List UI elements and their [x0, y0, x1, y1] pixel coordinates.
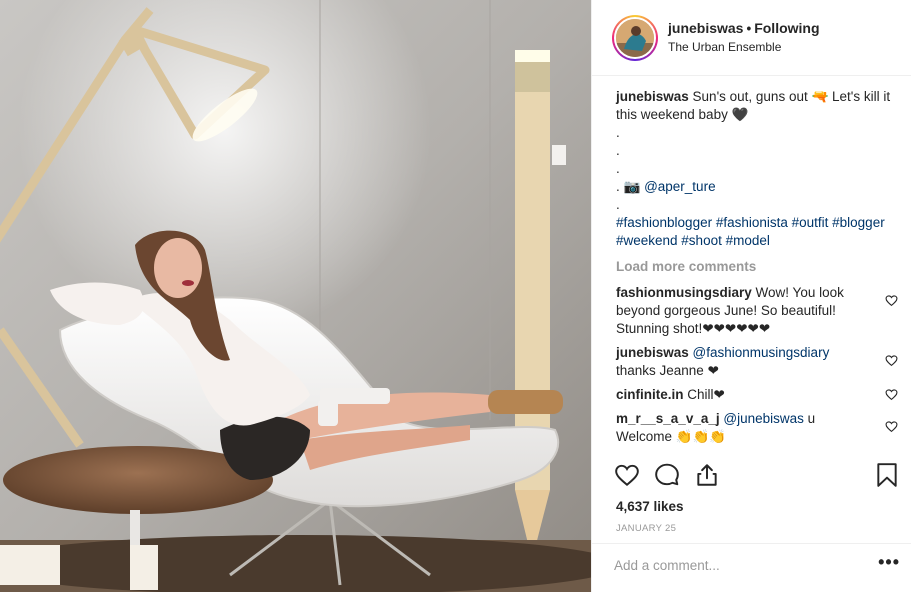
credit-prefix: . 📷 [616, 179, 641, 194]
more-options-icon[interactable]: ••• [878, 552, 900, 573]
comment-item: cinfinite.in Chill❤ [616, 386, 898, 404]
comment-text: thanks Jeanne ❤ [616, 363, 719, 378]
caption-hashtags[interactable]: #fashionblogger #fashionista #outfit #bl… [616, 214, 892, 250]
comment-icon[interactable] [654, 462, 680, 488]
comment-mention[interactable]: @junebiswas [723, 411, 804, 426]
share-icon[interactable] [694, 462, 720, 488]
add-comment-bar: ••• [592, 543, 911, 592]
comment-item: junebiswas @fashionmusingsdiary thanks J… [616, 344, 898, 380]
photo-illustration [0, 0, 591, 592]
location-link[interactable]: The Urban Ensemble [668, 38, 820, 56]
comment-username[interactable]: cinfinite.in [616, 387, 684, 402]
comment-text: Chill❤ [687, 387, 725, 402]
instagram-post: junebiswas • Following The Urban Ensemble … [0, 0, 911, 592]
comment-like-heart-icon[interactable] [885, 388, 898, 401]
comment-username[interactable]: m_r__s_a_v_a_j [616, 411, 720, 426]
avatar[interactable] [614, 16, 656, 59]
caption-dot: . [616, 161, 620, 176]
post-sidebar: junebiswas • Following The Urban Ensemble … [591, 0, 911, 592]
comment-username[interactable]: junebiswas [616, 345, 689, 360]
post-header: junebiswas • Following The Urban Ensemble [592, 0, 911, 76]
comment-like-heart-icon[interactable] [885, 354, 898, 367]
caption: junebiswas Sun's out, guns out 🔫 Let's k… [616, 88, 892, 250]
caption-dot: . [616, 197, 620, 212]
comment-item: m_r__s_a_v_a_j @junebiswas u Welcome 👏👏👏 [616, 410, 898, 446]
likes-count[interactable]: 4,637 likes [616, 499, 684, 514]
caption-credit: . 📷 @aper_ture [616, 178, 892, 196]
bookmark-icon[interactable] [874, 462, 900, 488]
comment-input[interactable] [614, 558, 844, 573]
post-date[interactable]: JANUARY 25 [616, 523, 676, 534]
comment-username[interactable]: fashionmusingsdiary [616, 285, 752, 300]
following-button[interactable]: Following [754, 20, 819, 36]
header-separator: • [746, 21, 752, 36]
action-bar [614, 462, 902, 492]
heart-icon[interactable] [614, 462, 640, 488]
comment-mention[interactable]: @fashionmusingsdiary [693, 345, 830, 360]
header-text: junebiswas • Following The Urban Ensemble [668, 19, 820, 56]
load-more-comments-button[interactable]: Load more comments [616, 258, 892, 276]
post-photo[interactable] [0, 0, 591, 592]
comments-section: junebiswas Sun's out, guns out 🔫 Let's k… [616, 88, 898, 452]
avatar-story-ring[interactable] [612, 14, 658, 61]
avatar-image [616, 18, 654, 57]
caption-dot: . [616, 143, 620, 158]
comment-like-heart-icon[interactable] [885, 420, 898, 433]
caption-dot: . [616, 125, 620, 140]
comment-item: fashionmusingsdiary Wow! You look beyond… [616, 284, 898, 338]
credit-mention[interactable]: @aper_ture [644, 179, 716, 194]
caption-username[interactable]: junebiswas [616, 89, 689, 104]
comment-like-heart-icon[interactable] [885, 294, 898, 307]
header-username[interactable]: junebiswas [668, 20, 743, 36]
